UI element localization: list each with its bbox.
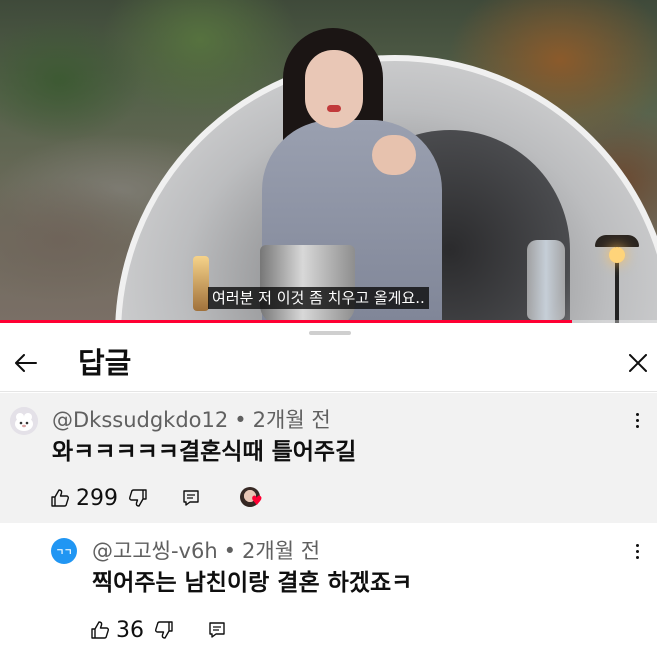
reply-button[interactable] [182,489,200,507]
video-water-bottle [527,240,565,320]
more-vert-icon [635,543,639,547]
dislike-button[interactable] [154,620,174,640]
more-vert-icon [635,412,639,416]
video-player[interactable]: 여러분 저 이것 좀 치우고 올게요.. [0,0,657,323]
video-lamp-head [595,235,639,247]
comment-actions: 36 [90,615,226,645]
meta-separator: • [234,408,247,432]
comment-meta: @고고씽-v6h • 2개월 전 [92,538,320,564]
comment-actions: 299 ♥ [50,483,266,513]
reply-button[interactable] [208,621,226,639]
drag-handle[interactable] [309,331,351,335]
more-vert-dot [635,555,639,559]
avatar[interactable]: ㄱㄱ [51,538,77,564]
more-options-button[interactable] [628,407,646,433]
video-subtitle: 여러분 저 이것 좀 치우고 올게요.. [208,287,429,309]
creator-heart-badge: ♥ [240,485,266,511]
thumbs-up-icon [51,489,69,507]
back-button[interactable] [12,349,40,377]
avatar-image-icon [10,407,38,435]
comment-text: 와ㅋㅋㅋㅋㅋ결혼식때 틀어주길 [52,439,357,465]
more-vert-dot [635,549,639,553]
app-root: 여러분 저 이것 좀 치우고 올게요.. 답글 @Dkssudgkdo12 • … [0,0,657,660]
comment-time: 2개월 전 [242,539,321,563]
arrow-left-icon [15,354,37,372]
comment-time: 2개월 전 [252,408,331,432]
replies-header: 답글 [0,339,657,392]
video-person-hand [372,135,416,175]
comment-meta: @Dkssudgkdo12 • 2개월 전 [52,407,331,433]
more-options-button[interactable] [628,538,646,564]
avatar[interactable] [10,407,38,435]
heart-icon: ♥ [251,494,263,509]
close-icon [629,354,647,372]
replies-panel: 답글 @Dkssudgkdo12 • 2개월 전 와ㅋㅋㅋㅋㅋ결혼식때 틀어주길… [0,323,657,660]
meta-separator: • [223,539,237,563]
thumbs-up-icon [91,621,109,639]
comment-author[interactable]: @Dkssudgkdo12 [52,408,228,432]
like-button[interactable]: 36 [90,618,144,643]
close-button[interactable] [624,349,652,377]
comment-text: 찍어주는 남친이랑 결혼 하겠죠ㅋ [92,570,413,596]
thumbs-down-icon [155,621,173,639]
page-title: 답글 [78,346,132,380]
like-button[interactable]: 299 [50,486,118,511]
comment-reply-icon [209,622,225,638]
parent-comment: @Dkssudgkdo12 • 2개월 전 와ㅋㅋㅋㅋㅋ결혼식때 틀어주길 299 [0,393,657,523]
thumbs-down-icon [129,489,147,507]
video-person-lips [327,105,341,112]
more-vert-dot [635,424,639,428]
reply-comment: ㄱㄱ @고고씽-v6h • 2개월 전 찍어주는 남친이랑 결혼 하겠죠ㅋ 36 [0,523,657,660]
video-person-face [305,50,363,128]
comment-author[interactable]: @고고씽-v6h [92,539,218,563]
video-lantern [193,256,209,311]
like-count: 36 [116,617,144,643]
like-count: 299 [76,485,118,511]
more-vert-dot [635,418,639,422]
video-pot [260,245,355,323]
dislike-button[interactable] [128,488,148,508]
comment-reply-icon [183,490,199,506]
video-lamp-light [609,247,625,263]
